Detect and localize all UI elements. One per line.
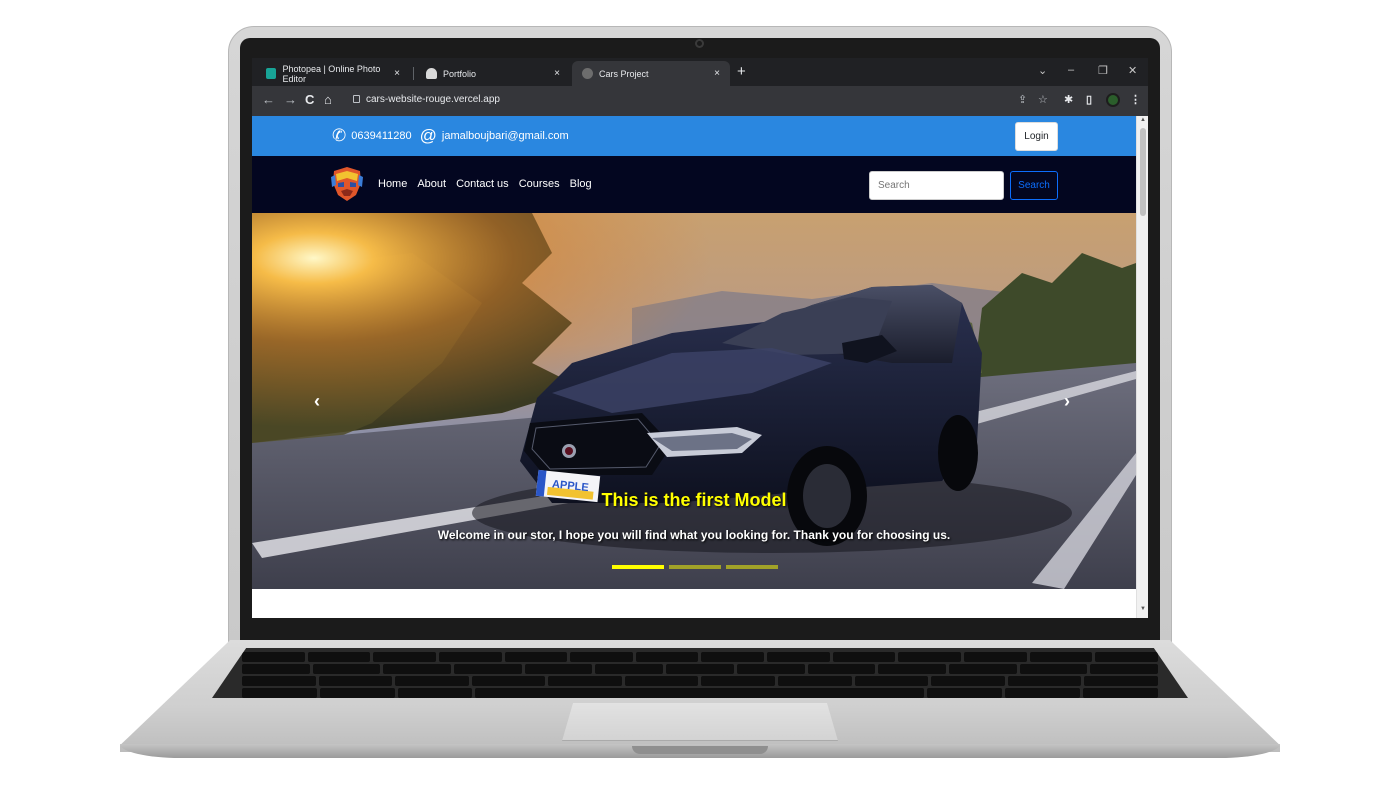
site-logo[interactable] [330,165,364,203]
tab-portfolio[interactable]: Portfolio × [416,61,570,86]
extensions-icon[interactable]: ✱ [1064,94,1073,106]
browser-toolbar: ← → C ⌂ cars-website-rouge.vercel.app ⇪ … [252,86,1148,116]
profile-avatar[interactable] [1106,93,1120,107]
tab-title: Cars Project [599,68,649,79]
tab-search-icon[interactable]: ⌄ [1038,64,1047,77]
back-button[interactable]: ← [262,93,275,107]
nav-link-contact[interactable]: Contact us [456,178,509,190]
scroll-down-icon[interactable]: ▼ [1139,606,1147,614]
carousel-indicator-3[interactable] [726,565,778,569]
carousel-indicators [612,565,778,569]
phone-icon: ✆ [332,126,347,145]
tab-photopea[interactable]: Photopea | Online Photo Editor × [256,61,410,86]
main-navbar: Home About Contact us Courses Blog Searc… [252,156,1136,213]
tab-cars-project[interactable]: Cars Project × [572,61,730,86]
hero-carousel: APPLE ‹ › This is the first Model Welcom… [252,213,1136,589]
page-scrollbar[interactable]: ▲ ▼ [1136,116,1148,618]
webcam [695,39,704,48]
nav-link-about[interactable]: About [417,178,446,190]
new-tab-button[interactable]: + [737,64,746,79]
reload-button[interactable]: C [305,93,314,107]
url-text[interactable]: cars-website-rouge.vercel.app [366,94,500,105]
tab-title: Photopea | Online Photo Editor [282,63,381,84]
search-button[interactable]: Search [1010,171,1058,200]
browser-tab-strip: Photopea | Online Photo Editor × Portfol… [252,58,1148,86]
tab-close-icon[interactable]: × [714,68,720,79]
forward-button[interactable]: → [284,93,297,107]
loading-favicon-icon [582,68,593,79]
laptop-notch [632,746,768,754]
contact-info: ✆ 0639411280 @ jamalboujbari@gmail.com [332,127,569,144]
restore-button[interactable]: ❐ [1098,64,1108,77]
nav-links: Home About Contact us Courses Blog [378,178,592,190]
login-button[interactable]: Login [1015,122,1058,151]
tab-close-icon[interactable]: × [394,68,400,79]
carousel-indicator-1[interactable] [612,565,664,569]
laptop-keyboard [212,648,1188,698]
laptop-trackpad [562,703,838,741]
close-window-button[interactable]: ✕ [1128,64,1137,77]
portfolio-favicon-icon [426,68,437,79]
bookmark-star-icon[interactable]: ☆ [1038,94,1048,106]
lock-icon[interactable] [353,95,360,103]
share-icon[interactable]: ⇪ [1018,94,1027,106]
laptop-screen: Photopea | Online Photo Editor × Portfol… [252,58,1148,618]
browser-menu-icon[interactable]: ⋮ [1130,94,1141,106]
scroll-up-icon[interactable]: ▲ [1139,117,1147,125]
photopea-favicon-icon [266,68,277,79]
contact-topbar: ✆ 0639411280 @ jamalboujbari@gmail.com L… [252,116,1136,156]
carousel-next-button[interactable]: › [1064,391,1070,412]
home-button[interactable]: ⌂ [324,93,332,107]
phone-number: 0639411280 [351,129,412,142]
carousel-prev-button[interactable]: ‹ [314,391,320,412]
carousel-caption-text: Welcome in our stor, I hope you will fin… [437,528,951,542]
scroll-thumb[interactable] [1140,128,1146,216]
email-address: jamalboujbari@gmail.com [441,129,569,142]
email-icon: @ [419,126,437,145]
minimize-button[interactable]: – [1068,64,1074,76]
page-viewport: ✆ 0639411280 @ jamalboujbari@gmail.com L… [252,116,1136,618]
tab-separator [413,67,414,80]
carousel-indicator-2[interactable] [669,565,721,569]
nav-link-home[interactable]: Home [378,178,407,190]
side-panel-icon[interactable]: ▯ [1086,94,1092,106]
tab-close-icon[interactable]: × [554,68,560,79]
nav-link-courses[interactable]: Courses [519,178,560,190]
tab-title: Portfolio [443,68,477,79]
carousel-caption-title: This is the first Model [601,490,787,510]
search-input[interactable] [869,171,1004,200]
nav-link-blog[interactable]: Blog [570,178,592,190]
